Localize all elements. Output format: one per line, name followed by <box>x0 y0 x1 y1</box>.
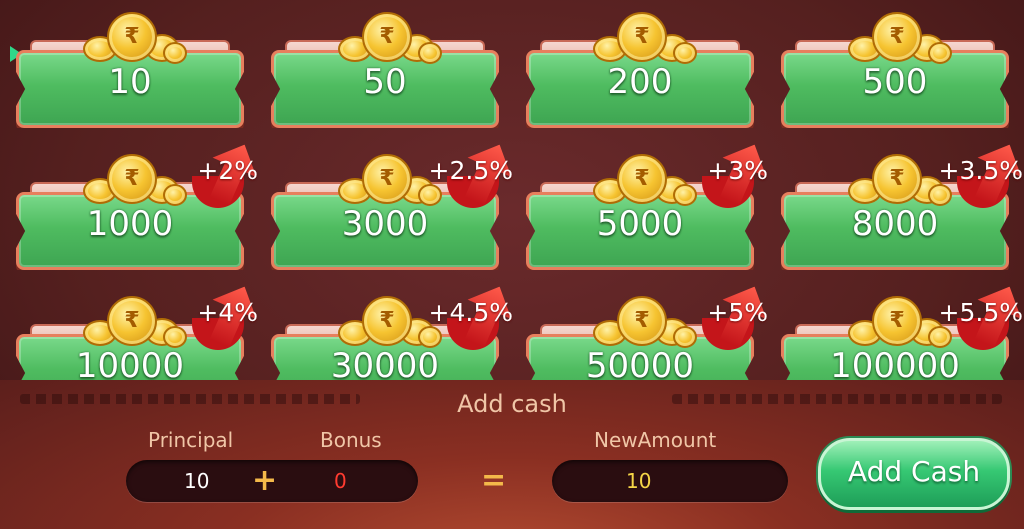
bonus-percent: +5.5% <box>938 298 1023 327</box>
cash-amount: 50 <box>363 62 407 102</box>
cash-amount: 100000 <box>830 346 960 380</box>
cash-amount: 200 <box>607 62 673 102</box>
cash-amount: 500 <box>862 62 928 102</box>
add-cash-button[interactable]: Add Cash <box>818 438 1010 510</box>
rupee-coin-icon: ₹ <box>585 296 697 348</box>
add-cash-panel: Add cash Principal Bonus NewAmount 10 0 … <box>0 380 1024 529</box>
cash-option-card[interactable]: ₹ +4.5% 30000 <box>271 294 499 380</box>
bonus-badge: +5% <box>702 284 768 352</box>
cash-amount: 5000 <box>596 204 684 244</box>
rupee-coin-icon: ₹ <box>840 296 952 348</box>
bonus-value: 0 <box>334 469 347 493</box>
principal-label: Principal <box>148 428 234 452</box>
cash-amount: 50000 <box>585 346 695 380</box>
bonus-badge: +5.5% <box>939 284 1023 352</box>
rupee-coin-icon: ₹ <box>840 154 952 206</box>
cash-option-card[interactable]: ₹ 10 <box>10 10 244 128</box>
bonus-percent: +2.5% <box>428 156 513 185</box>
rupee-coin-icon: ₹ <box>330 154 442 206</box>
bonus-badge: +3% <box>702 142 768 210</box>
cash-amount: 10 <box>108 62 152 102</box>
cash-option-card[interactable]: ₹ +3.5% 8000 <box>781 152 1009 270</box>
cash-amount: 30000 <box>330 346 440 380</box>
cash-amount: 1000 <box>86 204 174 244</box>
cash-option-card[interactable]: ₹ 50 <box>271 10 499 128</box>
cash-option-card[interactable]: ₹ +5% 50000 <box>526 294 754 380</box>
cash-option-card[interactable]: ₹ 500 <box>781 10 1009 128</box>
rupee-coin-icon: ₹ <box>840 12 952 64</box>
bonus-badge: +2% <box>192 142 258 210</box>
add-cash-screen: ₹ 10 ₹ 50 ₹ 200 ₹ 500 ₹ +2% 1000 ₹ +2.5%… <box>0 0 1024 529</box>
bonus-label: Bonus <box>320 428 382 452</box>
cash-option-card[interactable]: ₹ +2% 1000 <box>16 152 244 270</box>
new-amount-label: NewAmount <box>594 428 717 452</box>
bonus-percent: +3.5% <box>938 156 1023 185</box>
bonus-badge: +2.5% <box>429 142 513 210</box>
new-amount-field: 10 <box>552 460 788 502</box>
rupee-coin-icon: ₹ <box>75 154 187 206</box>
cash-amount: 8000 <box>851 204 939 244</box>
rupee-coin-icon: ₹ <box>330 12 442 64</box>
bonus-badge: +4.5% <box>429 284 513 352</box>
panel-title: Add cash <box>457 390 567 418</box>
bonus-percent: +4% <box>197 298 258 327</box>
principal-value: 10 <box>184 469 210 493</box>
plus-sign: + <box>252 463 278 498</box>
rupee-coin-icon: ₹ <box>330 296 442 348</box>
rupee-coin-icon: ₹ <box>585 12 697 64</box>
bonus-badge: +4% <box>192 284 258 352</box>
bonus-percent: +4.5% <box>428 298 513 327</box>
cash-amount: 10000 <box>75 346 185 380</box>
cash-option-card[interactable]: ₹ +5.5% 100000 <box>781 294 1009 380</box>
cash-option-card[interactable]: ₹ +3% 5000 <box>526 152 754 270</box>
rupee-coin-icon: ₹ <box>75 296 187 348</box>
cash-option-card[interactable]: ₹ 200 <box>526 10 754 128</box>
bonus-percent: +3% <box>707 156 768 185</box>
cash-amount: 3000 <box>341 204 429 244</box>
new-amount-value: 10 <box>626 469 652 493</box>
bonus-percent: +2% <box>197 156 258 185</box>
bonus-percent: +5% <box>707 298 768 327</box>
cash-option-card[interactable]: ₹ +2.5% 3000 <box>271 152 499 270</box>
rupee-coin-icon: ₹ <box>75 12 187 64</box>
bonus-badge: +3.5% <box>939 142 1023 210</box>
rupee-coin-icon: ₹ <box>585 154 697 206</box>
cash-options-grid: ₹ 10 ₹ 50 ₹ 200 ₹ 500 ₹ +2% 1000 ₹ +2.5%… <box>0 0 1024 380</box>
cash-option-card[interactable]: ₹ +4% 10000 <box>16 294 244 380</box>
equals-sign: = <box>481 463 507 498</box>
